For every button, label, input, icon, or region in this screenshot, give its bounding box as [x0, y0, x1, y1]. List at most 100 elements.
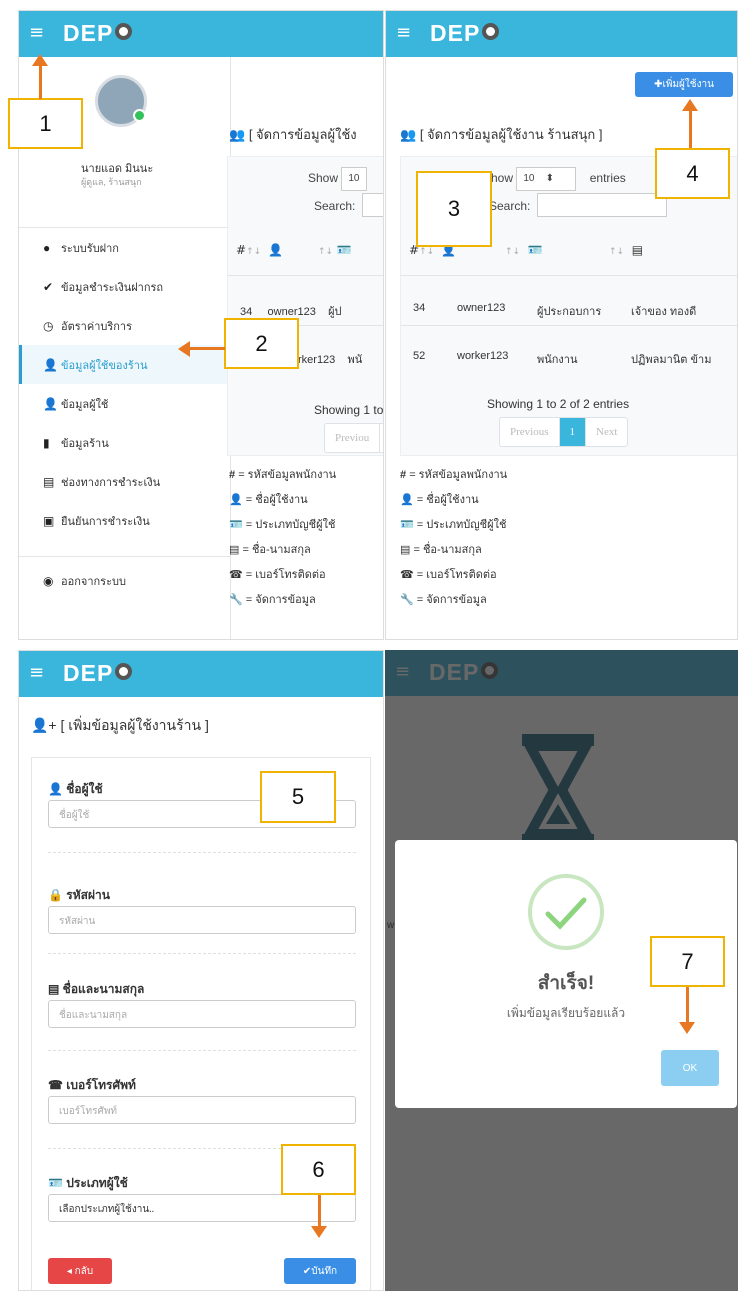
password-field[interactable]: รหัสผ่าน — [48, 906, 356, 934]
col-id-header[interactable]: #↑↓ — [236, 243, 261, 257]
hamburger-menu-icon[interactable]: ≡ — [29, 23, 44, 43]
next-button[interactable]: Next — [586, 418, 627, 446]
pagination: Previous 1 Next — [499, 417, 629, 447]
sidebar-item-payment-info[interactable]: ✔ ข้อมูลชำระเงินฝากรถ — [19, 267, 231, 306]
sort-icon: ↑↓ — [609, 247, 625, 257]
sidebar-item-label: ข้อมูลผู้ใช้ของร้าน — [61, 359, 148, 372]
phone-icon: ☎ — [400, 569, 414, 581]
arrow-1-head — [32, 54, 48, 66]
phone-field[interactable]: เบอร์โทรศัพท์ — [48, 1096, 356, 1124]
legend-item: ▤ = ชื่อ-นามสกุล — [229, 544, 311, 556]
sidebar-item-rates[interactable]: ◷ อัตราค่าบริการ — [19, 306, 231, 345]
app-logo: DEP — [63, 20, 133, 47]
sidebar-item-logout[interactable]: ◉ ออกจากระบบ — [19, 556, 231, 595]
sidebar-item-label: ข้อมูลผู้ใช้ — [61, 398, 109, 411]
tire-icon — [115, 23, 133, 40]
table-row: rker123 พนั — [298, 354, 363, 366]
id-badge-icon: 🪪 — [48, 1176, 67, 1190]
callout-1: 1 — [8, 98, 83, 149]
sidebar-menu: ● ระบบรับฝาก ✔ ข้อมูลชำระเงินฝากรถ ◷ อัตราค… — [19, 227, 231, 595]
legend-item: 🔧 = จัดการข้อมูล — [400, 594, 487, 606]
search-input[interactable] — [537, 193, 667, 217]
entries-select[interactable]: 10 — [341, 167, 367, 191]
user-icon: 👤 — [400, 494, 414, 506]
hamburger-menu-icon[interactable]: ≡ — [396, 23, 411, 43]
bookmark-icon: ▮ — [43, 435, 50, 450]
sidebar-item-shop[interactable]: ▮ ข้อมูลร้าน — [19, 423, 231, 462]
circle-icon: ● — [43, 240, 51, 255]
hash-icon: # — [229, 469, 236, 481]
legend-item: 🔧 = จัดการข้อมูล — [229, 594, 316, 606]
user-icon: 👤 — [43, 357, 58, 372]
col-name-header[interactable]: ↑↓ ▤ — [609, 243, 643, 257]
users-cog-icon: 👥 — [229, 127, 249, 142]
table-row: 52 — [413, 350, 426, 362]
phone-icon: ☎ — [48, 1078, 67, 1092]
arrow-2-head — [178, 341, 190, 357]
sort-icon: ↑↓ — [419, 247, 435, 257]
usertype-select[interactable]: เลือกประเภทผู้ใช้งาน.. — [48, 1194, 356, 1222]
search-input[interactable] — [362, 193, 383, 217]
sidebar-item-label: ข้อมูลชำระเงินฝากรถ — [61, 281, 164, 294]
save-button[interactable]: ✔บันทึก — [284, 1258, 356, 1284]
table-row: 34 — [413, 302, 426, 314]
entries-control: Show 10 ⬍ entries — [483, 167, 626, 191]
legend: # = รหัสข้อมูลพนักงาน 👤 = ชื่อผู้ใช้งาน … — [400, 463, 507, 613]
legend-item: 🪪 = ประเภทบัญชีผู้ใช้ — [229, 519, 336, 531]
pagination: Previou — [324, 423, 383, 453]
sidebar-item-label: ระบบรับฝาก — [61, 242, 119, 255]
card-icon: ▤ — [43, 474, 55, 489]
sort-icon: ↑↓ — [246, 247, 262, 257]
logo-text: DEP — [63, 20, 114, 46]
page-1-button[interactable]: 1 — [559, 418, 586, 446]
top-navbar: ≡ DEP — [19, 651, 383, 697]
back-button[interactable]: ◂ กลับ — [48, 1258, 112, 1284]
arrow-4 — [689, 110, 692, 148]
user-plus-icon: 👤+ — [31, 717, 61, 733]
col-user-header[interactable]: 👤 — [268, 243, 283, 257]
hamburger-menu-icon[interactable]: ≡ — [29, 663, 44, 683]
legend-item: 👤 = ชื่อผู้ใช้งาน — [400, 494, 479, 506]
arrow-2 — [190, 347, 225, 350]
row-username: worker123 — [457, 350, 509, 362]
add-user-button[interactable]: ✚ เพิ่มผู้ใช้งาน — [635, 72, 733, 97]
sidebar-item-label: อัตราค่าบริการ — [61, 320, 133, 333]
sidebar-item-label: ออกจากระบบ — [61, 576, 126, 588]
previous-button[interactable]: Previous — [500, 418, 560, 446]
fullname-label: ▤ ชื่อและนามสกุล — [48, 982, 145, 996]
sort-icon: ↑↓ — [318, 247, 334, 257]
callout-7: 7 — [650, 936, 725, 987]
page-title: 👤+ [ เพิ่มข้อมูลผู้ใช้งานร้าน ] — [31, 717, 209, 733]
id-card-icon: ▤ — [48, 982, 63, 996]
check-icon: ✔ — [43, 279, 54, 294]
sidebar-item-label: ข้อมูลร้าน — [61, 437, 109, 450]
fullname-field[interactable]: ชื่อและนามสกุล — [48, 1000, 356, 1028]
arrow-4-head — [682, 99, 698, 111]
plus-icon: ✚ — [654, 79, 663, 90]
sidebar-item-users[interactable]: 👤 ข้อมูลผู้ใช้ — [19, 384, 231, 423]
user-role: ผู้ดูแล, ร้านสนุก — [81, 177, 142, 187]
entries-select[interactable]: 10 ⬍ — [516, 167, 577, 191]
page-title: 👥 [ จัดการข้อมูลผู้ใช้งาน ร้านสนุก ] — [400, 127, 603, 142]
clock-icon: ◷ — [43, 318, 54, 333]
page-title: 👥 [ จัดการข้อมูลผู้ใช้ง — [229, 127, 357, 142]
col-type-header[interactable]: ↑↓ 🪪 — [505, 243, 543, 257]
sidebar-item-payment-channels[interactable]: ▤ ช่องทางการชำระเงิน — [19, 462, 231, 501]
top-navbar: ≡ DEP — [386, 11, 737, 57]
col-type-header[interactable]: ↑↓ 🪪 — [318, 243, 352, 257]
sort-icon: ↑↓ — [505, 247, 521, 257]
success-check-icon — [528, 874, 604, 950]
entries-control: Show 10 — [308, 167, 367, 191]
sidebar-item-shop-users[interactable]: 👤 ข้อมูลผู้ใช้ของร้าน — [19, 345, 231, 384]
previous-button[interactable]: Previou — [325, 424, 381, 452]
id-badge-icon: 🪪 — [400, 519, 414, 531]
arrow-1 — [39, 64, 42, 99]
app-logo: DEP — [63, 660, 133, 687]
row-username: owner123 — [457, 302, 506, 314]
avatar — [95, 75, 147, 127]
legend-item: 👤 = ชื่อผู้ใช้งาน — [229, 494, 308, 506]
sidebar-item-confirm-payment[interactable]: ▣ ยืนยันการชำระเงิน — [19, 501, 231, 540]
sidebar-item-deposit[interactable]: ● ระบบรับฝาก — [19, 228, 231, 267]
ok-button[interactable]: OK — [661, 1050, 719, 1086]
callout-5: 5 — [260, 771, 336, 823]
